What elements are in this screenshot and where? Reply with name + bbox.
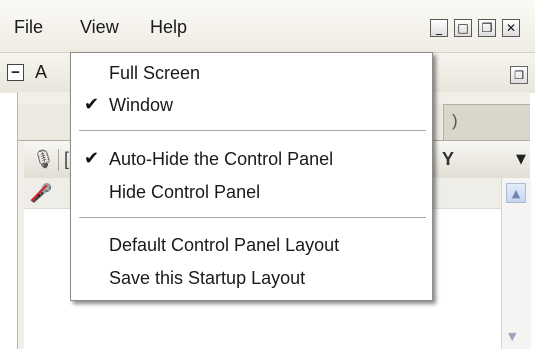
menu-view[interactable]: View [80, 17, 119, 38]
vertical-scrollbar[interactable]: ▲ ▼ [501, 178, 531, 349]
menu-item-default-control-panel-layout[interactable]: Default Control Panel Layout [71, 230, 432, 260]
menu-item-label: Full Screen [109, 63, 201, 83]
menu-item-hide-control-panel[interactable]: Hide Control Panel [71, 177, 432, 207]
menu-item-window[interactable]: ✔ Window [71, 90, 432, 120]
muted-mic-icon[interactable]: 🎤 [30, 183, 52, 204]
menu-item-save-startup-layout[interactable]: Save this Startup Layout [71, 263, 432, 293]
menu-item-label: Save this Startup Layout [109, 268, 306, 288]
menu-item-full-screen[interactable]: Full Screen [71, 58, 432, 88]
tab-right[interactable]: ) [443, 104, 530, 140]
tab-right-label: ) [452, 111, 458, 130]
restore-button[interactable]: ❐ [478, 19, 496, 37]
column-header-status[interactable]: Y [442, 149, 454, 170]
menu-item-auto-hide-control-panel[interactable]: ✔ Auto-Hide the Control Panel [71, 144, 432, 174]
maximize-button[interactable]: □ [454, 19, 472, 37]
menu-separator [79, 130, 426, 131]
scroll-up-button[interactable]: ▲ [506, 183, 526, 203]
menu-item-label: Auto-Hide the Control Panel [109, 149, 334, 169]
restore-icon: ❐ [481, 21, 493, 35]
checkmark-icon: ✔ [84, 94, 100, 115]
minus-icon: − [11, 64, 20, 81]
minimize-button[interactable]: _ [430, 19, 448, 37]
panel-restore-button[interactable]: ❐ [510, 66, 528, 84]
menu-item-label: Default Control Panel Layout [109, 235, 340, 255]
column-header-name[interactable]: [ [64, 149, 69, 170]
chevron-down-icon[interactable]: ▼ [508, 330, 516, 343]
column-divider[interactable] [58, 149, 59, 171]
close-button[interactable]: ✕ [502, 19, 520, 37]
collapse-panel-button[interactable]: − [7, 64, 24, 81]
panel-title: A [35, 62, 48, 82]
maximize-icon: □ [457, 21, 469, 35]
menu-help[interactable]: Help [150, 17, 187, 38]
minimize-icon: _ [436, 21, 442, 35]
menu-separator [79, 217, 426, 218]
menu-bar: File View Help _ □ ❐ ✕ [0, 0, 535, 52]
menu-item-label: Hide Control Panel [109, 182, 261, 202]
chevron-up-icon: ▲ [511, 186, 521, 200]
menu-item-label: Window [109, 95, 174, 115]
restore-icon: ❐ [514, 69, 524, 82]
sort-dropdown-icon[interactable]: ▼ [516, 152, 526, 167]
menu-file[interactable]: File [14, 17, 43, 38]
close-icon: ✕ [505, 21, 517, 35]
view-menu-dropdown: Full Screen ✔ Window ✔ Auto-Hide the Con… [70, 52, 433, 301]
checkmark-icon: ✔ [84, 148, 100, 169]
mic-icon: 🎙 [32, 149, 55, 170]
